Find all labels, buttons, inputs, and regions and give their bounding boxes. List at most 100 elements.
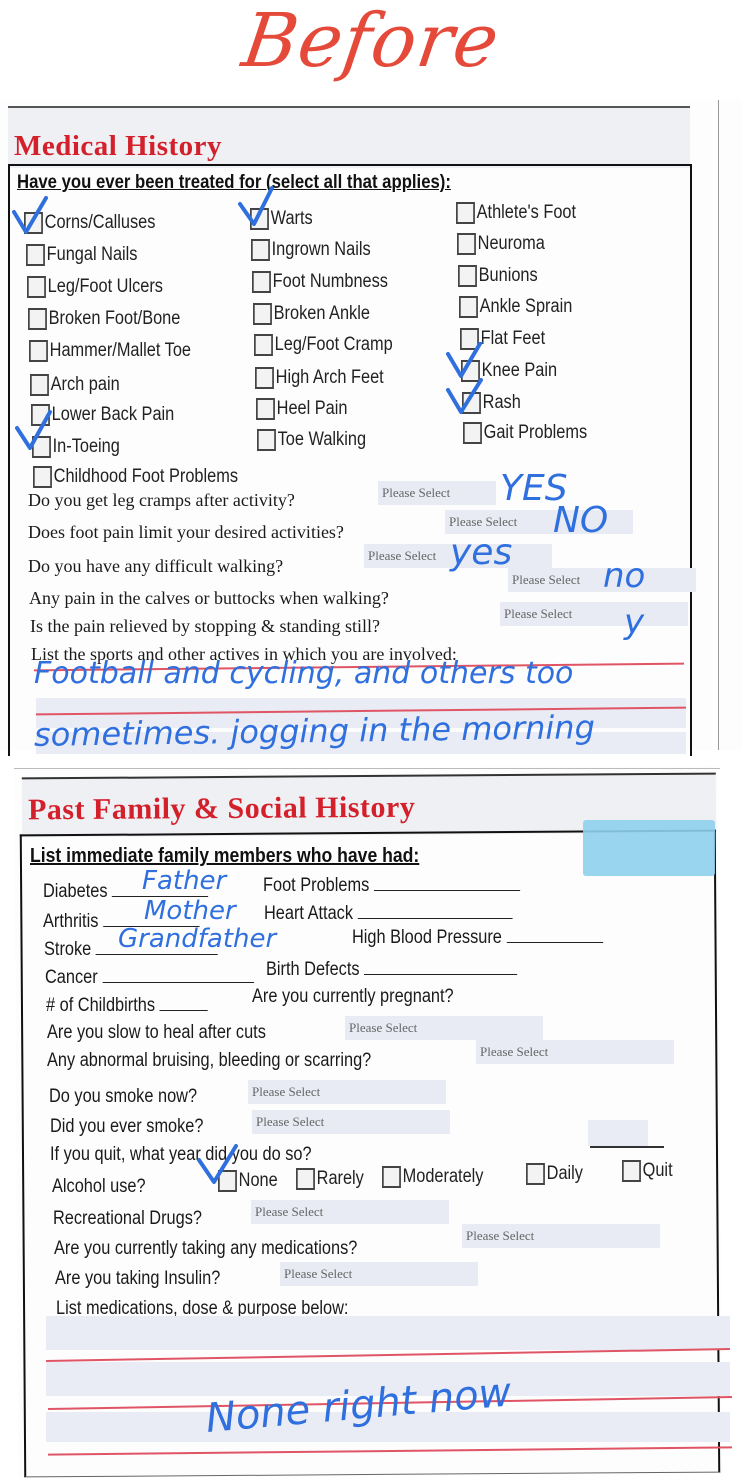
checkbox[interactable]: [253, 303, 272, 325]
checkbox[interactable]: [622, 1160, 641, 1182]
sports-answer-line1[interactable]: Football and cycling, and others too: [34, 656, 573, 691]
alcohol-rarely-option[interactable]: Rarely: [296, 1168, 364, 1190]
smoke-now-select[interactable]: Please Select: [248, 1080, 446, 1104]
condition-gait-problems[interactable]: Gait Problems: [463, 422, 587, 444]
calves-buttocks-pain-answer: no: [603, 556, 646, 596]
quit-year-field[interactable]: [588, 1120, 648, 1146]
condition-bunions[interactable]: Bunions: [458, 265, 538, 287]
sports-answer-line2[interactable]: sometimes. jogging in the morning: [34, 708, 595, 754]
family-history-title: Past Family & Social History: [27, 790, 416, 827]
checkbox[interactable]: [251, 239, 270, 261]
checkbox[interactable]: [456, 202, 475, 224]
checkbox[interactable]: [526, 1163, 545, 1185]
stroke-answer[interactable]: Grandfather: [118, 924, 276, 954]
ever-smoke-select[interactable]: Please Select: [252, 1110, 450, 1134]
checkbox[interactable]: [24, 212, 43, 234]
checkbox[interactable]: [28, 308, 47, 330]
before-title: Before: [237, 0, 505, 84]
page-edge-divider: [718, 100, 719, 750]
checkbox[interactable]: [218, 1170, 237, 1192]
bruising-select[interactable]: Please Select: [476, 1040, 674, 1064]
alcohol-quit-option[interactable]: Quit: [622, 1160, 673, 1182]
medical-history-title: Medical History: [14, 130, 223, 162]
checkbox[interactable]: [250, 208, 269, 230]
foot-pain-limit-answer: NO: [553, 500, 609, 541]
arthritis-answer[interactable]: Mother: [144, 896, 236, 926]
checkbox[interactable]: [32, 436, 51, 458]
checkbox[interactable]: [462, 392, 481, 414]
recreational-drugs-question: Recreational Drugs?: [53, 1208, 202, 1229]
condition-flat-feet[interactable]: Flat Feet: [460, 328, 545, 350]
checkbox[interactable]: [252, 271, 271, 293]
treated-for-prompt: Have you ever been treated for (select a…: [17, 172, 451, 193]
condition-neuroma[interactable]: Neuroma: [457, 233, 545, 255]
checkbox[interactable]: [457, 233, 476, 255]
alcohol-label: Alcohol use?: [52, 1176, 146, 1197]
checkbox[interactable]: [296, 1168, 315, 1190]
high-blood-pressure-label: High Blood Pressure: [352, 926, 603, 949]
medications-question: Are you currently taking any medications…: [54, 1238, 358, 1259]
condition-leg-foot-cramp[interactable]: Leg/Foot Cramp: [254, 334, 393, 356]
family-members-prompt: List immediate family members who have h…: [30, 845, 420, 867]
checkbox[interactable]: [254, 334, 273, 356]
ever-smoke-question: Did you ever smoke?: [50, 1116, 204, 1137]
condition-high-arch-feet[interactable]: High Arch Feet: [255, 367, 384, 389]
condition-ingrown-nails[interactable]: Ingrown Nails: [251, 239, 371, 261]
calves-buttocks-pain-select[interactable]: Please Select: [508, 568, 696, 592]
checkbox[interactable]: [30, 374, 49, 396]
slow-heal-select[interactable]: Please Select: [345, 1016, 543, 1040]
alcohol-daily-option[interactable]: Daily: [526, 1163, 583, 1185]
condition-arch-pain[interactable]: Arch pain: [30, 374, 120, 396]
checkbox[interactable]: [31, 404, 50, 426]
childbirths-label: # of Childbirths: [46, 994, 208, 1017]
condition-in-toeing[interactable]: In-Toeing: [32, 436, 120, 458]
condition-athletes-foot[interactable]: Athlete's Foot: [456, 202, 576, 224]
recreational-drugs-select[interactable]: Please Select: [251, 1200, 449, 1224]
condition-leg-foot-ulcers[interactable]: Leg/Foot Ulcers: [27, 276, 163, 298]
highlighter-mark: [583, 820, 715, 876]
checkbox[interactable]: [458, 265, 477, 287]
checkbox[interactable]: [257, 429, 276, 451]
checkbox[interactable]: [33, 466, 52, 488]
foot-problems-label: Foot Problems: [263, 874, 520, 897]
checkbox[interactable]: [26, 244, 45, 266]
difficult-walking-answer: yes: [450, 532, 513, 573]
insulin-select[interactable]: Please Select: [280, 1262, 478, 1286]
condition-ankle-sprain[interactable]: Ankle Sprain: [459, 296, 572, 318]
condition-rash[interactable]: Rash: [462, 392, 521, 414]
checkbox[interactable]: [460, 328, 479, 350]
alcohol-none-option[interactable]: None: [218, 1170, 278, 1192]
checkbox[interactable]: [255, 367, 274, 389]
checkbox[interactable]: [461, 360, 480, 382]
checkbox[interactable]: [256, 398, 275, 420]
leg-cramps-select[interactable]: Please Select: [378, 481, 496, 505]
condition-knee-pain[interactable]: Knee Pain: [461, 360, 557, 382]
page-divider: [14, 768, 720, 769]
condition-toe-walking[interactable]: Toe Walking: [257, 429, 366, 451]
heart-attack-label: Heart Attack: [264, 902, 513, 925]
medications-field-band[interactable]: [46, 1316, 730, 1350]
alcohol-moderately-option[interactable]: Moderately: [382, 1166, 483, 1188]
question-difficult-walking: Do you have any difficult walking?: [28, 556, 284, 576]
condition-broken-foot-bone[interactable]: Broken Foot/Bone: [28, 308, 180, 330]
checkbox[interactable]: [382, 1166, 401, 1188]
cancer-label: Cancer: [45, 966, 254, 989]
condition-fungal-nails[interactable]: Fungal Nails: [26, 244, 137, 266]
question-pain-relieved: Is the pain relieved by stopping & stand…: [30, 616, 380, 636]
condition-hammer-mallet-toe[interactable]: Hammer/Mallet Toe: [29, 340, 191, 362]
condition-childhood-foot-problems[interactable]: Childhood Foot Problems: [33, 466, 238, 488]
condition-foot-numbness[interactable]: Foot Numbness: [252, 271, 388, 293]
condition-broken-ankle[interactable]: Broken Ankle: [253, 303, 370, 325]
medications-select[interactable]: Please Select: [462, 1224, 660, 1248]
quit-year-blank: [590, 1146, 664, 1148]
condition-warts[interactable]: Warts: [250, 208, 313, 230]
checkbox[interactable]: [29, 340, 48, 362]
condition-corns-calluses[interactable]: Corns/Calluses: [24, 212, 155, 234]
pain-relieved-select[interactable]: Please Select: [500, 602, 688, 626]
condition-heel-pain[interactable]: Heel Pain: [256, 398, 347, 420]
condition-lower-back-pain[interactable]: Lower Back Pain: [31, 404, 174, 426]
checkbox[interactable]: [459, 296, 478, 318]
diabetes-answer[interactable]: Father: [142, 866, 226, 896]
checkbox[interactable]: [27, 276, 46, 298]
checkbox[interactable]: [463, 422, 482, 444]
